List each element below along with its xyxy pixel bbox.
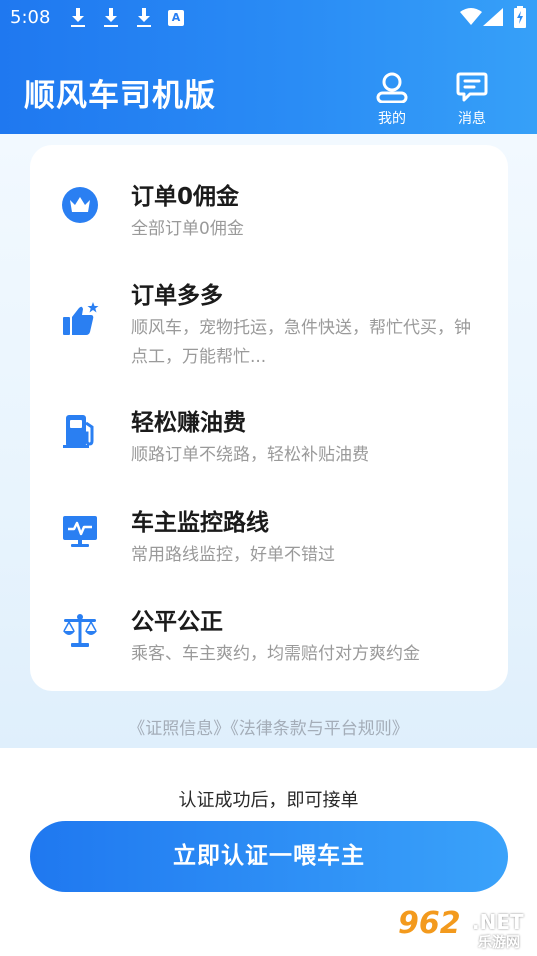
status-bar: 5:08 A: [0, 0, 537, 36]
feature-title: 轻松赚油费: [131, 410, 246, 436]
mine-button[interactable]: 我的: [367, 70, 417, 128]
crown-icon: [62, 187, 98, 223]
status-time: 5:08: [10, 7, 51, 28]
watermark-number: 962: [398, 906, 461, 941]
monitor-icon: [63, 516, 97, 547]
download-icon: [70, 8, 86, 28]
gas-pump-icon: [63, 415, 94, 448]
watermark-site: 乐游网: [478, 935, 520, 951]
verify-now-button[interactable]: 立即认证一喂车主: [30, 821, 508, 892]
download-icon: [103, 8, 119, 28]
site-watermark: 962 .NET 乐游网: [398, 906, 532, 951]
user-icon: [376, 72, 408, 103]
feature-title: 订单0佣金: [131, 184, 240, 210]
notification-a-icon: A: [168, 10, 184, 26]
app-title: 顺风车司机版: [24, 78, 216, 114]
feature-desc: 乘客、车主爽约，均需赔付对方爽约金: [131, 644, 420, 664]
messages-label: 消息: [458, 111, 486, 127]
feature-desc: 全部订单0佣金: [131, 219, 244, 239]
verification-notice: 认证成功后，即可接单: [178, 790, 359, 811]
license-info-link[interactable]: 《证照信息》: [128, 719, 230, 739]
feature-title: 公平公正: [131, 609, 223, 635]
thumbs-up-star-icon: [63, 302, 99, 335]
battery-charging-icon: [514, 6, 526, 28]
mine-label: 我的: [378, 111, 406, 127]
feature-desc: 常用路线监控，好单不错过: [131, 545, 335, 565]
feature-title: 车主监控路线: [131, 510, 269, 536]
wifi-icon: [460, 8, 482, 25]
message-icon: [456, 72, 488, 102]
balance-scale-icon: [63, 614, 97, 647]
feature-desc: 顺路订单不绕路，轻松补贴油费: [131, 445, 369, 465]
watermark-net: .NET: [472, 910, 524, 934]
features-card: 订单0佣金 全部订单0佣金 订单多多 顺风车，宠物托运，急件快送，帮忙代买，钟点…: [30, 145, 508, 691]
download-icon: [136, 8, 152, 28]
signal-icon: [483, 8, 503, 26]
legal-terms-link[interactable]: 《法律条款与平台规则》: [230, 719, 409, 739]
legal-links: 《证照信息》《法律条款与平台规则》: [0, 714, 537, 739]
feature-desc: 顺风车，宠物托运，急件快送，帮忙代买，钟点工，万能帮忙...: [131, 318, 471, 367]
feature-title: 订单多多: [131, 283, 223, 309]
messages-button[interactable]: 消息: [447, 70, 497, 128]
